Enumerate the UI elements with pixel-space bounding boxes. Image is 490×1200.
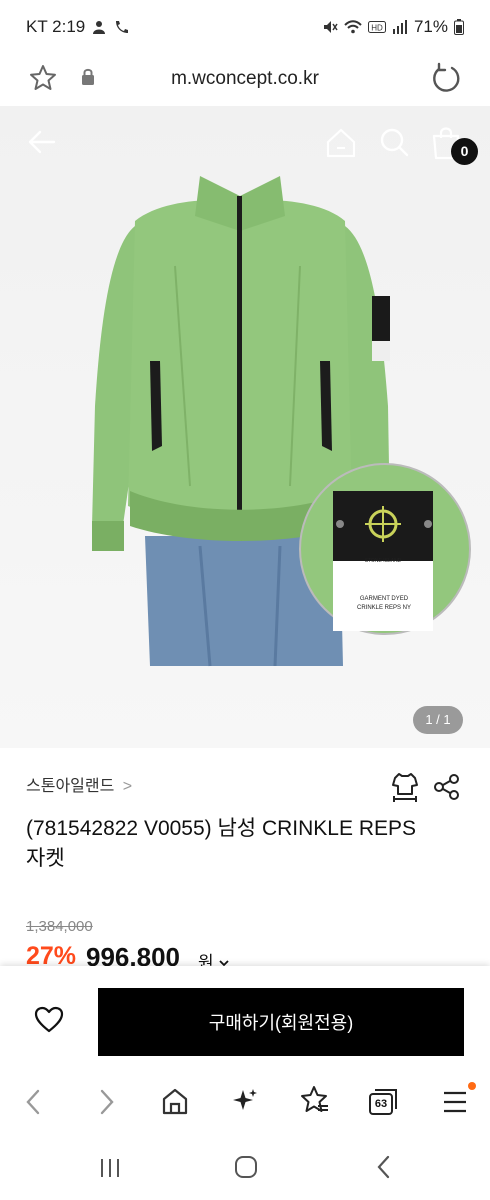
- tag-line-1: GARMENT DYED: [359, 596, 409, 602]
- search-icon[interactable]: [378, 126, 410, 158]
- share-icon[interactable]: [433, 773, 461, 801]
- home-icon[interactable]: [324, 126, 358, 160]
- svg-text:HD: HD: [371, 24, 383, 33]
- product-photo: [92, 176, 471, 667]
- notification-dot: [468, 1082, 476, 1090]
- cart-count-badge: 0: [451, 138, 478, 165]
- menu-icon[interactable]: [442, 1090, 468, 1114]
- battery-icon: [454, 19, 464, 35]
- browser-forward-icon[interactable]: [94, 1088, 118, 1116]
- brand-name: 스톤아일랜드: [26, 778, 115, 795]
- tabs-button[interactable]: 63: [368, 1088, 398, 1116]
- badge-brand-text: STONE ISLAND: [364, 558, 402, 564]
- url-text[interactable]: m.wconcept.co.kr: [0, 68, 490, 90]
- hd-icon: HD: [367, 21, 386, 33]
- product-image-area[interactable]: STONE ISLAND GARMENT DYED CRINKLE REPS N…: [0, 106, 490, 748]
- buy-button[interactable]: 구매하기(회원전용): [98, 988, 464, 1056]
- tab-count: 63: [374, 1098, 388, 1110]
- status-bar: KT 2:19 HD 71%: [0, 0, 490, 52]
- browser-toolbar: 63: [0, 1066, 490, 1138]
- recent-apps-icon[interactable]: [98, 1156, 122, 1180]
- browser-home-icon[interactable]: [160, 1086, 190, 1116]
- chevron-right-icon: >: [122, 778, 133, 795]
- status-left: KT 2:19: [26, 17, 131, 37]
- bookmarks-star-icon[interactable]: [298, 1084, 330, 1116]
- android-home-icon[interactable]: [233, 1154, 259, 1180]
- brand-link[interactable]: 스톤아일랜드 >: [26, 772, 132, 796]
- product-title: (781542822 V0055) 남성 CRINKLE REPS 자켓: [26, 817, 417, 870]
- status-right: HD 71%: [322, 17, 464, 37]
- tag-line-2: CRINKLE REPS NY: [356, 605, 411, 611]
- carrier-time: KT 2:19: [26, 17, 86, 36]
- original-price: 1,384,000: [26, 918, 93, 935]
- image-page-indicator: 1 / 1: [413, 706, 463, 734]
- size-guide-icon[interactable]: [391, 772, 419, 802]
- ai-sparkle-icon[interactable]: [230, 1086, 260, 1116]
- signal-icon: [392, 20, 407, 34]
- android-back-icon[interactable]: [372, 1154, 396, 1180]
- url-bar: m.wconcept.co.kr: [0, 52, 490, 106]
- battery-percent: 71%: [413, 17, 448, 36]
- reload-icon[interactable]: [430, 62, 462, 94]
- android-nav-bar: [0, 1138, 490, 1200]
- wishlist-heart-icon[interactable]: [34, 1006, 64, 1034]
- notification-icon: [93, 21, 106, 34]
- browser-back-icon[interactable]: [22, 1088, 46, 1116]
- back-arrow-icon[interactable]: [26, 126, 58, 158]
- mute-icon: [323, 21, 338, 33]
- wifi-icon: [344, 20, 362, 34]
- call-icon: [116, 21, 129, 33]
